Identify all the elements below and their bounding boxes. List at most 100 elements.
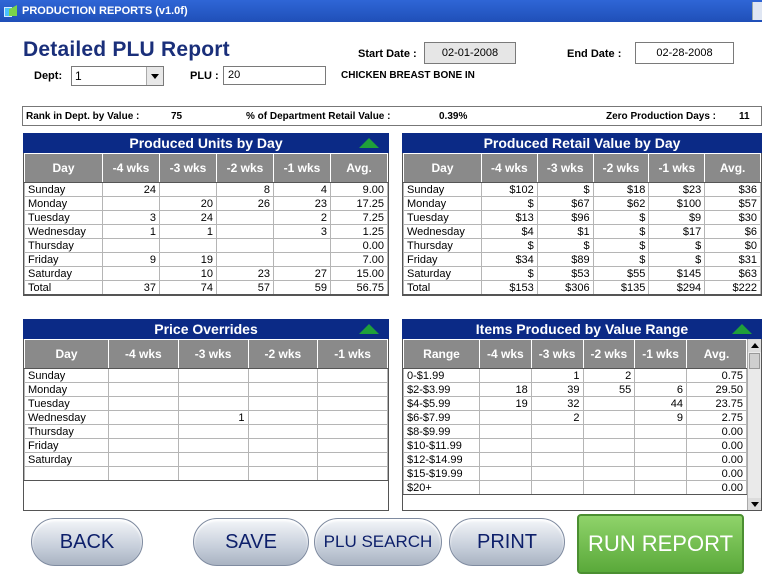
column-header[interactable]: -2 wks (247, 339, 319, 369)
table-cell: Saturday (403, 266, 482, 281)
table-cell (216, 224, 274, 239)
print-button[interactable]: PRINT (449, 518, 565, 566)
table-cell (582, 466, 636, 481)
column-header[interactable]: -1 wks (273, 153, 331, 183)
column-header[interactable]: Avg. (686, 339, 747, 369)
table-cell: $ (592, 238, 650, 253)
column-header[interactable]: -1 wks (634, 339, 687, 369)
table-cell (108, 382, 179, 397)
table-cell (479, 480, 532, 495)
table-cell: Tuesday (24, 396, 109, 411)
table-cell: $55 (592, 266, 650, 281)
table-cell (582, 424, 636, 439)
column-header[interactable]: -4 wks (479, 339, 532, 369)
table-row: Monday (24, 382, 388, 397)
column-header[interactable]: Avg. (330, 153, 388, 183)
column-header[interactable]: Avg. (704, 153, 761, 183)
column-header[interactable]: -3 wks (536, 153, 594, 183)
table-cell: 20 (159, 196, 217, 211)
table-row: Friday $34 $89 $ $ $31 (403, 252, 761, 267)
column-header[interactable]: -4 wks (481, 153, 538, 183)
column-header[interactable]: -3 wks (530, 339, 584, 369)
scroll-up-icon[interactable] (748, 339, 761, 352)
table-cell (247, 382, 319, 397)
table-cell (479, 424, 532, 439)
column-header[interactable]: -1 wks (648, 153, 706, 183)
table-cell: $57 (704, 196, 761, 211)
table-row: $12-$14.99 0.00 (403, 452, 747, 467)
table-row: $4-$5.99 19 32 44 23.75 (403, 396, 747, 411)
table-cell: $ (536, 238, 594, 253)
scroll-thumb[interactable] (749, 353, 760, 369)
column-header[interactable]: -2 wks (582, 339, 636, 369)
table-row: Friday 9 19 7.00 (24, 252, 388, 267)
table-row: Sunday $102 $ $18 $23 $36 (403, 182, 761, 197)
table-cell (159, 238, 217, 253)
table-cell (479, 410, 532, 425)
run-report-button[interactable]: RUN REPORT (577, 514, 744, 574)
column-header[interactable]: -2 wks (592, 153, 650, 183)
table-cell: $53 (536, 266, 594, 281)
column-header[interactable]: -3 wks (177, 339, 249, 369)
table-cell (530, 452, 584, 467)
window-system-button[interactable] (752, 2, 762, 20)
value-range-table: Range -4 wks -3 wks -2 wks -1 wks Avg. 0-$1.99… (403, 339, 747, 495)
table-cell: 2 (582, 368, 636, 383)
table-cell: Sunday (403, 182, 482, 197)
table-cell: 74 (159, 280, 217, 295)
table-cell: 1.25 (330, 224, 388, 239)
collapse-triangle-icon[interactable] (359, 138, 379, 148)
table-row: Thursday 0.00 (24, 238, 388, 253)
price-overrides-panel: Price Overrides Day -4 wks -3 wks -2 wks -1 … (23, 319, 389, 511)
dept-retail-pct-value: 0.39% (439, 111, 468, 122)
table-cell (479, 438, 532, 453)
table-cell: 0.00 (686, 438, 747, 453)
table-cell (479, 368, 532, 383)
column-header[interactable]: Day (24, 153, 103, 183)
table-cell (108, 396, 179, 411)
table-cell: 3 (102, 210, 160, 225)
table-cell: $4 (481, 224, 538, 239)
grid: Day -4 wks -3 wks -2 wks -1 wks Avg. Sunday $10… (402, 153, 762, 296)
end-date-field[interactable]: 02-28-2008 (635, 42, 734, 64)
column-header[interactable]: -3 wks (159, 153, 217, 183)
save-button[interactable]: SAVE (193, 518, 309, 566)
collapse-triangle-icon[interactable] (359, 324, 379, 334)
chevron-down-icon[interactable] (146, 67, 163, 85)
collapse-triangle-icon[interactable] (732, 324, 752, 334)
column-header[interactable]: Day (24, 339, 109, 369)
panel-title: Items Produced by Value Range (475, 321, 689, 337)
table-cell: Friday (24, 438, 109, 453)
table-row: Total 37 74 57 59 56.75 (24, 280, 388, 295)
table-row: Total $153 $306 $135 $294 $222 (403, 280, 761, 295)
table-cell: $222 (704, 280, 761, 295)
back-button[interactable]: BACK (31, 518, 143, 566)
vertical-scrollbar[interactable] (747, 339, 761, 510)
plu-input[interactable]: 20 (223, 66, 326, 85)
table-cell: 2.75 (686, 410, 747, 425)
panel-header: Items Produced by Value Range (402, 319, 762, 339)
scroll-down-icon[interactable] (748, 498, 761, 510)
dept-select-value: 1 (75, 69, 82, 83)
table-cell: 1 (102, 224, 160, 239)
table-row: Saturday 10 23 27 15.00 (24, 266, 388, 281)
plu-search-button[interactable]: PLU SEARCH (314, 518, 442, 566)
table-cell: 4 (273, 182, 331, 197)
start-date-field[interactable]: 02-01-2008 (424, 42, 516, 64)
table-cell: $9 (648, 210, 706, 225)
table-cell (177, 424, 249, 439)
column-header[interactable]: Range (403, 339, 480, 369)
panel-header: Produced Units by Day (23, 133, 389, 153)
table-cell (479, 466, 532, 481)
table-cell: 15.00 (330, 266, 388, 281)
column-header[interactable]: Day (403, 153, 482, 183)
column-header[interactable]: -2 wks (216, 153, 274, 183)
table-cell: $34 (481, 252, 538, 267)
column-header[interactable]: -4 wks (108, 339, 179, 369)
table-row: $6-$7.99 2 9 2.75 (403, 410, 747, 425)
column-header[interactable]: -1 wks (317, 339, 388, 369)
table-cell (216, 252, 274, 267)
column-header[interactable]: -4 wks (102, 153, 160, 183)
dept-select[interactable]: 1 (71, 66, 164, 86)
table-cell: $17 (648, 224, 706, 239)
